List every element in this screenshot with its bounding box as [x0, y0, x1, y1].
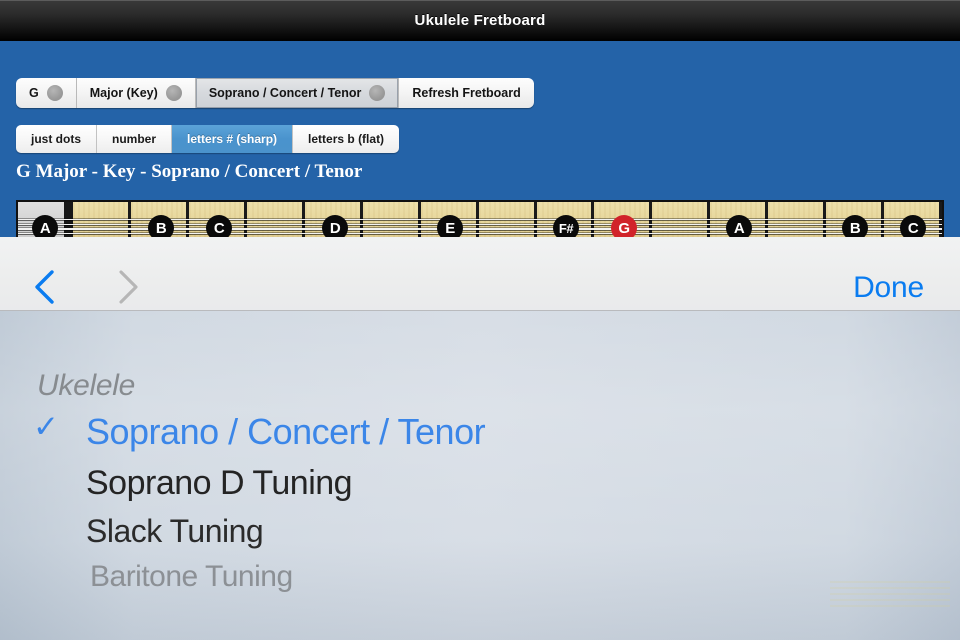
fretboard-fret	[246, 202, 305, 237]
fretboard-note[interactable]: A	[726, 215, 752, 237]
fretboard-note[interactable]: E	[437, 215, 463, 237]
fretboard[interactable]: A B C D E F# G A B C	[16, 200, 944, 237]
fretboard-heading: G Major - Key - Soprano / Concert / Teno…	[16, 161, 363, 182]
instrument-tuning-label: Soprano / Concert / Tenor	[208, 86, 362, 100]
fretboard-fret	[478, 202, 537, 237]
instrument-tuning-selector[interactable]: Soprano / Concert / Tenor	[195, 78, 400, 108]
display-mode-letters-sharp[interactable]: letters # (sharp)	[172, 125, 294, 153]
list-item-label: Soprano D Tuning	[86, 464, 353, 502]
scale-type-selector[interactable]: Major (Key)	[76, 78, 196, 108]
dropdown-dot-icon	[46, 85, 63, 101]
fretboard-note[interactable]: C	[206, 215, 232, 237]
display-mode-segmented-control: just dots number letters # (sharp) lette…	[16, 125, 400, 153]
render-artifact	[830, 577, 950, 607]
fretboard-note[interactable]: B	[842, 215, 868, 237]
fretboard-fret	[362, 202, 421, 237]
display-mode-letters-flat-label: letters b (flat)	[308, 132, 385, 146]
app-content-area: G Major (Key) Soprano / Concert / Tenor …	[0, 41, 960, 237]
display-mode-letters-sharp-label: letters # (sharp)	[187, 132, 278, 146]
fretboard-fret	[768, 202, 827, 237]
fretboard-note[interactable]: F#	[553, 215, 579, 237]
display-mode-number[interactable]: number	[97, 125, 173, 153]
window-title: Ukulele Fretboard	[414, 12, 546, 29]
picker-group-header: Ukelele	[37, 369, 135, 402]
display-mode-just-dots-label: just dots	[31, 132, 81, 146]
display-mode-just-dots[interactable]: just dots	[16, 125, 97, 153]
display-mode-number-label: number	[112, 132, 157, 146]
chevron-left-icon[interactable]	[30, 268, 60, 306]
list-item-label: Slack Tuning	[86, 513, 264, 549]
fretboard-fret	[652, 202, 711, 237]
fretboard-fret	[73, 202, 131, 237]
key-root-selector[interactable]: G	[16, 78, 77, 108]
fretboard-note[interactable]: D	[322, 215, 348, 237]
fretboard-root-note[interactable]: G	[611, 215, 637, 237]
checkmark-icon: ✓	[33, 409, 59, 444]
list-item-label: Baritone Tuning	[90, 560, 293, 593]
refresh-fretboard-button[interactable]: Refresh Fretboard	[399, 78, 534, 108]
key-root-label: G	[29, 86, 39, 100]
selector-toolbar: G Major (Key) Soprano / Concert / Tenor …	[16, 78, 534, 108]
fretboard-note[interactable]: A	[32, 215, 58, 237]
tuning-picker: Ukelele ✓ Soprano / Concert / Tenor Sopr…	[0, 311, 960, 640]
picker-surface: Ukelele ✓ Soprano / Concert / Tenor Sopr…	[0, 311, 960, 640]
dropdown-dot-icon	[369, 85, 386, 101]
fretboard-note[interactable]: B	[148, 215, 174, 237]
scale-type-label: Major (Key)	[89, 86, 158, 100]
window-title-bar: Ukulele Fretboard	[0, 0, 960, 41]
refresh-fretboard-label: Refresh Fretboard	[412, 86, 521, 100]
fretboard-note[interactable]: C	[900, 215, 926, 237]
picker-navigation-bar: Done	[0, 237, 960, 311]
list-item-label: Soprano / Concert / Tenor	[86, 411, 486, 452]
display-mode-letters-flat[interactable]: letters b (flat)	[293, 125, 400, 153]
dropdown-dot-icon	[165, 85, 182, 101]
done-button[interactable]: Done	[853, 271, 924, 305]
chevron-right-icon	[112, 268, 142, 306]
